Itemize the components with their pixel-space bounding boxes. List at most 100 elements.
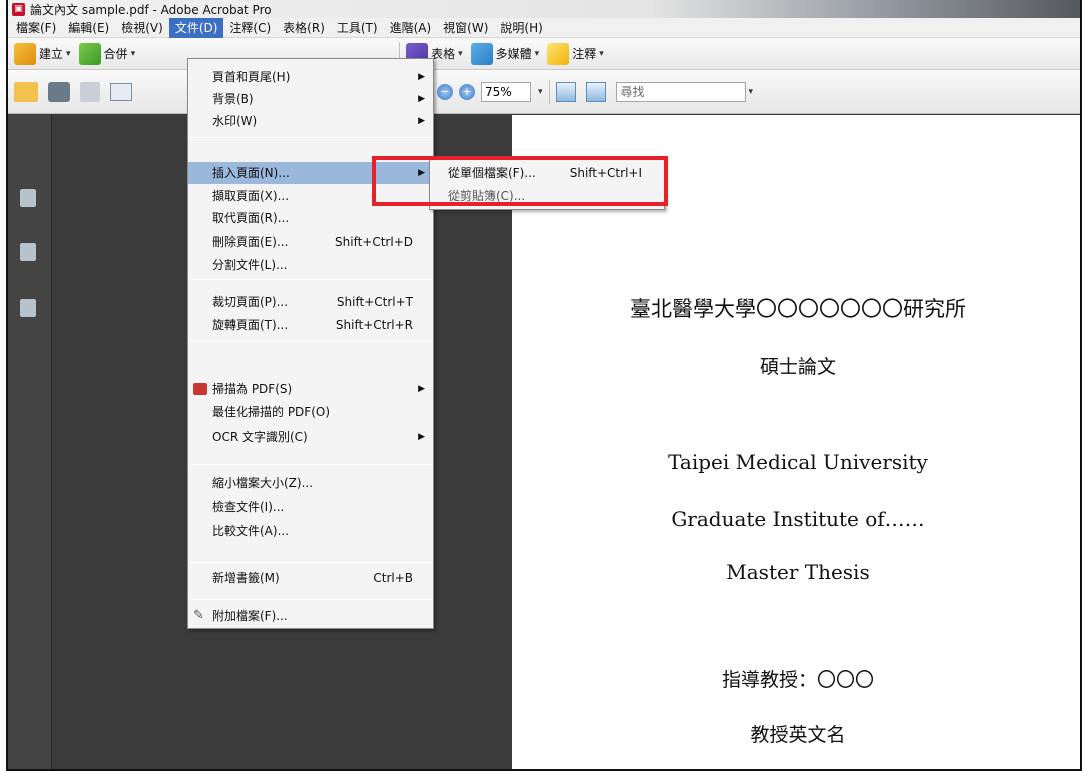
- menu-forms[interactable]: 表格(R): [277, 18, 331, 38]
- menu-document[interactable]: 文件(D): [168, 17, 224, 38]
- menu-item-label: 背景(B): [212, 92, 254, 106]
- menu-item-crop-pages[interactable]: 裁切頁面(P)... Shift+Ctrl+T: [188, 291, 433, 313]
- chevron-down-icon: ▾: [458, 48, 463, 59]
- menu-item-label: 比較文件(A)...: [212, 524, 290, 538]
- menu-item-label: 水印(W): [212, 114, 258, 128]
- page-advisor: 指導教授：〇〇〇: [721, 669, 874, 691]
- menu-item-label: 分割文件(L)...: [212, 258, 288, 272]
- menu-divider: [190, 279, 432, 280]
- submenu-arrow-icon: ▶: [418, 384, 425, 394]
- search-input[interactable]: 尋找: [615, 81, 746, 102]
- shortcut-label: Shift+Ctrl+T: [336, 295, 413, 309]
- print-icon[interactable]: [48, 81, 70, 102]
- fit-page-icon[interactable]: [585, 81, 606, 102]
- menu-item-reduce-size[interactable]: 縮小檔案大小(Z)...: [188, 472, 433, 494]
- chevron-down-icon[interactable]: ▾: [538, 87, 543, 97]
- open-folder-icon[interactable]: [14, 81, 38, 102]
- page-degree-en: Master Thesis: [726, 560, 870, 584]
- forms-label: 表格: [431, 47, 456, 61]
- menu-item-label: 旋轉頁面(T)...: [212, 318, 289, 332]
- menu-item-label: 縮小檔案大小(Z)...: [212, 476, 314, 490]
- menu-item-optimize-scanned[interactable]: 最佳化掃描的 PDF(O): [188, 401, 433, 423]
- zoom-level-field[interactable]: 75%: [481, 81, 531, 102]
- document-page: 臺北醫學大學〇〇〇〇〇〇〇研究所 碩士論文 Taipei Medical Uni…: [512, 115, 1080, 769]
- paperclip-icon: ✎: [193, 608, 204, 623]
- menu-view[interactable]: 檢視(V): [115, 18, 169, 38]
- page-degree-zh: 碩士論文: [759, 356, 836, 378]
- menu-bar: 檔案(F) 編輯(E) 檢視(V) 文件(D) 注釋(C) 表格(R) 工具(T…: [8, 17, 1080, 38]
- menu-window[interactable]: 視窗(W): [437, 18, 494, 38]
- menu-item-watermark[interactable]: 水印(W) ▶: [188, 110, 433, 132]
- menu-tools[interactable]: 工具(T): [331, 18, 384, 38]
- menu-item-replace-pages[interactable]: 取代頁面(R)...: [188, 207, 433, 229]
- merge-label: 合併: [103, 47, 128, 61]
- comment-button[interactable]: 注釋 ▾: [547, 42, 604, 66]
- scanner-icon: [193, 383, 207, 395]
- menu-item-split-document[interactable]: 分割文件(L)...: [188, 254, 433, 276]
- menu-item-attach-file[interactable]: ✎ 附加檔案(F)...: [188, 605, 433, 627]
- menu-item-scan-to-pdf[interactable]: 掃描為 PDF(S) ▶: [188, 378, 433, 400]
- menu-item-label: 附加檔案(F)...: [212, 609, 288, 623]
- zoom-in-icon[interactable]: +: [459, 83, 475, 100]
- comment-bubble-icon: [547, 42, 570, 65]
- menu-item-ocr[interactable]: OCR 文字識別(C) ▶: [188, 426, 433, 448]
- acrobat-window: ▣ 論文內文 sample.pdf - Adobe Acrobat Pro 檔案…: [6, 0, 1082, 771]
- menu-item-delete-pages[interactable]: 刪除頁面(E)... Shift+Ctrl+D: [188, 231, 433, 253]
- chevron-down-icon: ▾: [599, 48, 604, 59]
- menu-item-new-bookmark[interactable]: 新增書籤(M) Ctrl+B: [188, 567, 433, 589]
- signatures-panel-icon[interactable]: [20, 299, 36, 317]
- menu-item-label: 掃描為 PDF(S): [212, 382, 293, 396]
- menu-divider: [190, 464, 432, 465]
- shortcut-label: Ctrl+B: [373, 571, 413, 585]
- menu-file[interactable]: 檔案(F): [10, 18, 62, 38]
- save-icon[interactable]: [80, 81, 100, 102]
- menu-item-rotate-pages[interactable]: 旋轉頁面(T)... Shift+Ctrl+R: [188, 314, 433, 336]
- menu-item-label: 擷取頁面(X)...: [212, 189, 290, 203]
- menu-edit[interactable]: 編輯(E): [62, 18, 115, 38]
- menu-item-compare-documents[interactable]: 比較文件(A)...: [188, 520, 433, 542]
- menu-item-label: 檢查文件(I)...: [212, 500, 285, 514]
- document-menu-dropdown: 頁首和頁尾(H) ▶ 背景(B) ▶ 水印(W) ▶ 插入頁面(N)... ▶ …: [187, 58, 434, 629]
- menu-divider: [190, 340, 432, 341]
- menu-item-header-footer[interactable]: 頁首和頁尾(H) ▶: [188, 66, 433, 88]
- menu-comments[interactable]: 注釋(C): [223, 18, 277, 38]
- navigation-panel: [8, 115, 52, 769]
- merge-button[interactable]: 合併 ▾: [78, 42, 135, 66]
- chevron-down-icon: ▾: [66, 48, 71, 59]
- create-button[interactable]: 建立 ▾: [14, 42, 71, 66]
- menu-item-label: 取代頁面(R)...: [212, 211, 290, 225]
- tasks-toolbar: 建立 ▾ 合併 ▾ 表格 ▾ 多媒體 ▾ 注釋 ▾: [8, 38, 1080, 70]
- multimedia-label: 多媒體: [495, 47, 532, 61]
- menu-item-label: 插入頁面(N)...: [212, 166, 290, 180]
- page-university-en: Taipei Medical University: [668, 450, 928, 474]
- menu-item-examine-document[interactable]: 檢查文件(I)...: [188, 496, 433, 518]
- menu-divider: [190, 137, 432, 138]
- email-icon[interactable]: [110, 82, 132, 101]
- menu-help[interactable]: 說明(H): [494, 18, 548, 38]
- title-bar: ▣ 論文內文 sample.pdf - Adobe Acrobat Pro: [8, 0, 1080, 18]
- multimedia-button[interactable]: 多媒體 ▾: [470, 42, 539, 66]
- submenu-arrow-icon: ▶: [418, 116, 425, 126]
- chevron-down-icon[interactable]: ▾: [749, 87, 754, 97]
- menu-item-label: 最佳化掃描的 PDF(O): [212, 405, 331, 419]
- menu-item-label: 頁首和頁尾(H): [212, 70, 291, 84]
- submenu-arrow-icon: ▶: [418, 432, 425, 442]
- merge-files-icon: [78, 42, 101, 65]
- menu-item-label: 新增書籤(M): [212, 571, 280, 585]
- shortcut-label: Shift+Ctrl+R: [335, 318, 413, 332]
- bookmarks-panel-icon[interactable]: [20, 243, 36, 261]
- fit-width-icon[interactable]: [555, 81, 576, 102]
- acrobat-app-icon: ▣: [12, 2, 25, 16]
- menu-item-background[interactable]: 背景(B) ▶: [188, 88, 433, 110]
- menu-divider: [190, 599, 432, 600]
- create-label: 建立: [39, 47, 64, 61]
- submenu-arrow-icon: ▶: [418, 94, 425, 104]
- create-pdf-icon: [14, 42, 36, 65]
- pages-panel-icon[interactable]: [20, 189, 36, 207]
- shortcut-label: Shift+Ctrl+D: [335, 235, 413, 249]
- file-toolbar: − + 75% ▾ 尋找 ▾: [8, 70, 1080, 114]
- zoom-out-icon[interactable]: −: [437, 83, 453, 100]
- menu-divider: [190, 562, 432, 563]
- menu-advanced[interactable]: 進階(A): [384, 18, 438, 38]
- page-university-line: 臺北醫學大學〇〇〇〇〇〇〇研究所: [630, 297, 966, 321]
